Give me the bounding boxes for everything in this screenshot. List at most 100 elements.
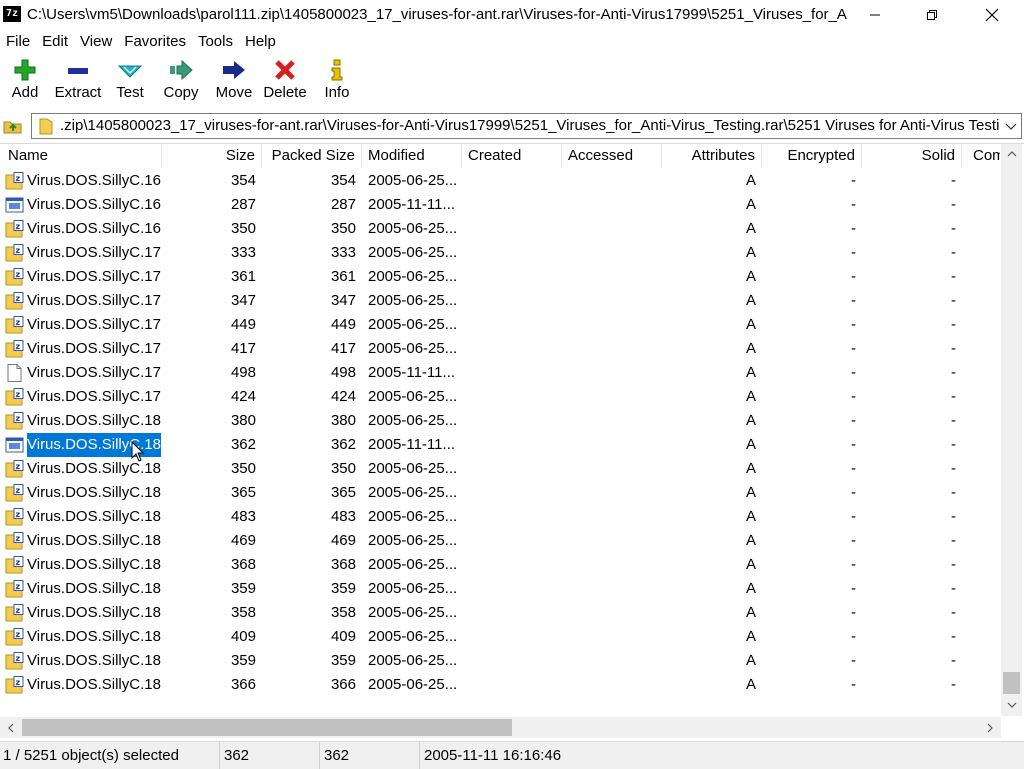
table-row[interactable]: z Virus.DOS.SillyC.18... 365 365 2005-06-25.… [0, 481, 1000, 505]
window-file-icon [5, 436, 24, 454]
cell-size: 365 [230, 484, 256, 501]
parent-folder-button[interactable] [2, 115, 24, 137]
menu-file[interactable]: File [0, 30, 36, 54]
table-row[interactable]: Virus.DOS.SillyC.17... 498 498 2005-11-11..… [0, 361, 1000, 385]
cell-modified: 2005-06-25... [368, 652, 458, 669]
horizontal-scroll-thumb[interactable] [22, 719, 512, 736]
table-row[interactable]: z Virus.DOS.SillyC.18... 368 368 2005-06-25.… [0, 553, 1000, 577]
cell-size: 350 [230, 460, 256, 477]
table-row[interactable]: z Virus.DOS.SillyC.17... 449 449 2005-06-25.… [0, 313, 1000, 337]
cell-solid: - [951, 676, 956, 693]
cell-modified: 2005-06-25... [368, 292, 458, 309]
column-size[interactable]: Size [162, 144, 262, 168]
cell-packed: 424 [330, 388, 356, 405]
cell-solid: - [951, 652, 956, 669]
menu-view[interactable]: View [74, 30, 118, 54]
column-created[interactable]: Created [462, 144, 562, 168]
table-row[interactable]: z Virus.DOS.SillyC.17... 347 347 2005-06-25.… [0, 289, 1000, 313]
vertical-scrollbar[interactable] [1001, 144, 1022, 716]
column-attributes[interactable]: Attributes [662, 144, 762, 168]
cell-encrypted: - [851, 364, 856, 381]
horizontal-scrollbar[interactable] [0, 717, 1001, 738]
table-row[interactable]: z Virus.DOS.SillyC.18... 409 409 2005-06-25.… [0, 625, 1000, 649]
scroll-up-icon[interactable] [1004, 146, 1020, 162]
cell-encrypted: - [851, 484, 856, 501]
menu-edit[interactable]: Edit [36, 30, 74, 54]
close-button[interactable] [969, 0, 1015, 30]
path-input[interactable]: .zip\1405800023_17_viruses-for-ant.rar\V… [31, 113, 1022, 139]
extract-button[interactable]: Extract [53, 56, 103, 108]
table-row[interactable]: Virus.DOS.SillyC.16... 287 287 2005-11-11..… [0, 193, 1000, 217]
cell-encrypted: - [851, 556, 856, 573]
close-icon [985, 8, 999, 22]
scroll-down-icon[interactable] [1004, 697, 1020, 713]
table-row[interactable]: z Virus.DOS.SillyC.17... 333 333 2005-06-25.… [0, 241, 1000, 265]
delete-button[interactable]: Delete [262, 56, 308, 108]
column-modified[interactable]: Modified [362, 144, 462, 168]
cell-size: 409 [230, 628, 256, 645]
scroll-left-icon[interactable] [3, 720, 19, 736]
menu-favorites[interactable]: Favorites [118, 30, 192, 54]
cell-size: 358 [230, 604, 256, 621]
cell-attributes: A [745, 556, 756, 573]
cell-modified: 2005-06-25... [368, 412, 458, 429]
table-row[interactable]: z Virus.DOS.SillyC.16... 354 354 2005-06-25.… [0, 169, 1000, 193]
cell-solid: - [951, 196, 956, 213]
file-name: Virus.DOS.SillyC.18... [27, 412, 161, 429]
column-encrypted[interactable]: Encrypted [762, 144, 862, 168]
file-name: Virus.DOS.SillyC.16... [27, 220, 161, 237]
cell-attributes: A [745, 316, 756, 333]
cell-encrypted: - [851, 292, 856, 309]
add-button[interactable]: Add [5, 56, 45, 108]
archive-file-icon: z [5, 340, 24, 358]
table-row[interactable]: z Virus.DOS.SillyC.18... 483 483 2005-06-25.… [0, 505, 1000, 529]
svg-text:z: z [16, 318, 21, 327]
cell-packed: 368 [330, 556, 356, 573]
info-button[interactable]: Info [321, 56, 353, 108]
table-row[interactable]: z Virus.DOS.SillyC.18... 359 359 2005-06-25.… [0, 649, 1000, 673]
cell-attributes: A [745, 676, 756, 693]
menu-bar: File Edit View Favorites Tools Help [0, 30, 1024, 54]
table-row[interactable]: Virus.DOS.SillyC.18... 362 362 2005-11-11..… [0, 433, 1000, 457]
cell-packed: 350 [330, 220, 356, 237]
folder-up-icon [3, 121, 22, 134]
column-packed-size[interactable]: Packed Size [262, 144, 362, 168]
cell-encrypted: - [851, 676, 856, 693]
svg-text:z: z [16, 486, 21, 495]
vertical-scroll-thumb[interactable] [1003, 672, 1020, 694]
table-row[interactable]: z Virus.DOS.SillyC.18... 359 359 2005-06-25.… [0, 577, 1000, 601]
cell-solid: - [951, 172, 956, 189]
column-solid[interactable]: Solid [862, 144, 962, 168]
cell-attributes: A [745, 436, 756, 453]
column-name[interactable]: Name [0, 144, 162, 168]
table-row[interactable]: z Virus.DOS.SillyC.17... 417 417 2005-06-25.… [0, 337, 1000, 361]
chevron-down-icon[interactable] [1004, 117, 1018, 135]
table-row[interactable]: z Virus.DOS.SillyC.16... 350 350 2005-06-25.… [0, 217, 1000, 241]
archive-file-icon: z [5, 604, 24, 622]
cell-modified: 2005-06-25... [368, 508, 458, 525]
test-button[interactable]: Test [112, 56, 148, 108]
cell-attributes: A [745, 484, 756, 501]
copy-button[interactable]: Copy [162, 56, 200, 108]
menu-tools[interactable]: Tools [192, 30, 239, 54]
minimize-button[interactable] [852, 0, 898, 30]
table-row[interactable]: z Virus.DOS.SillyC.18... 366 366 2005-06-25.… [0, 673, 1000, 697]
column-comment[interactable]: Comment [962, 144, 1000, 168]
cell-modified: 2005-06-25... [368, 388, 458, 405]
cell-solid: - [951, 220, 956, 237]
archive-file-icon: z [5, 268, 24, 286]
move-button[interactable]: Move [213, 56, 255, 108]
column-accessed[interactable]: Accessed [562, 144, 662, 168]
scroll-right-icon[interactable] [982, 720, 998, 736]
table-row[interactable]: z Virus.DOS.SillyC.17... 424 424 2005-06-25.… [0, 385, 1000, 409]
table-row[interactable]: z Virus.DOS.SillyC.18... 358 358 2005-06-25.… [0, 601, 1000, 625]
table-row[interactable]: z Virus.DOS.SillyC.18... 380 380 2005-06-25.… [0, 409, 1000, 433]
cell-size: 366 [230, 676, 256, 693]
cell-size: 333 [230, 244, 256, 261]
cell-solid: - [951, 604, 956, 621]
table-row[interactable]: z Virus.DOS.SillyC.17... 361 361 2005-06-25.… [0, 265, 1000, 289]
menu-help[interactable]: Help [239, 30, 282, 54]
table-row[interactable]: z Virus.DOS.SillyC.18... 350 350 2005-06-25.… [0, 457, 1000, 481]
table-row[interactable]: z Virus.DOS.SillyC.18... 469 469 2005-06-25.… [0, 529, 1000, 553]
restore-button[interactable] [909, 0, 955, 30]
